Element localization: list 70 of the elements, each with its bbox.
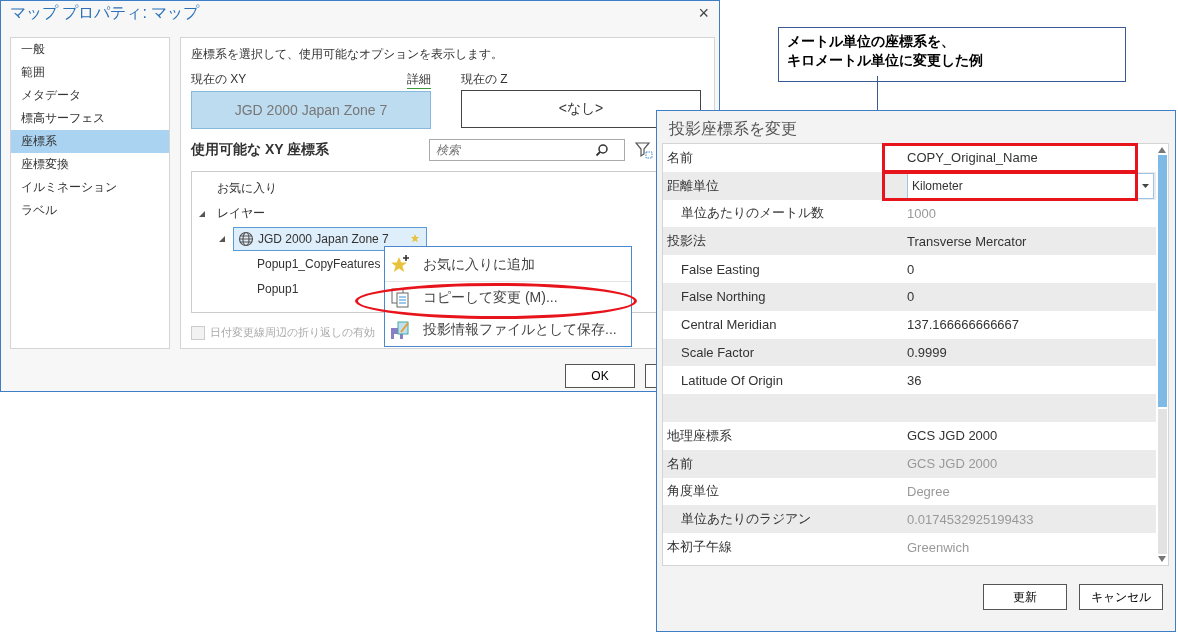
tree-item[interactable]: Popup1_CopyFeatures: [253, 251, 385, 276]
property-label: False Easting: [680, 261, 761, 277]
menu-item[interactable]: 投影情報ファイルとして保存...: [385, 314, 631, 346]
tree-item[interactable]: JGD 2000 Japan Zone 7: [233, 226, 427, 251]
property-label: False Northing: [680, 289, 767, 305]
property-label: 本初子午線: [666, 538, 733, 557]
property-value: 0: [907, 261, 915, 277]
property-value: Transverse Mercator: [907, 233, 1027, 249]
scroll-up-icon[interactable]: [1158, 147, 1166, 153]
details-link[interactable]: 詳細: [407, 71, 431, 89]
property-value: 0: [907, 289, 915, 305]
property-value: 36: [907, 372, 922, 388]
caret-icon: [1142, 183, 1149, 188]
property-value: 137.166666666667: [907, 317, 1020, 333]
search-field[interactable]: 検索: [429, 139, 625, 161]
property-value: GCS JGD 2000: [907, 428, 998, 444]
description-text: 座標系を選択して、使用可能なオプションを表示します。: [191, 46, 504, 63]
property-label: 単位あたりのラジアン: [680, 510, 812, 529]
property-value: 1000: [907, 206, 936, 221]
sidebar-item[interactable]: ラベル: [11, 199, 169, 222]
field-label: 現在の Z: [461, 71, 508, 88]
callout-text: キロメートル単位に変更した例: [787, 51, 984, 70]
property-label: 角度単位: [666, 482, 720, 501]
property-label: 名前: [666, 148, 694, 167]
field-label: 現在の XY: [191, 71, 247, 88]
tree-item[interactable]: Popup1: [253, 276, 303, 301]
sidebar-item[interactable]: 一般: [11, 38, 169, 61]
scroll-down-icon[interactable]: [1158, 556, 1166, 562]
sidebar-item[interactable]: 範囲: [11, 61, 169, 84]
property-value: Degree: [907, 483, 950, 499]
property-label: Central Meridian: [680, 317, 778, 333]
section-title: 使用可能な XY 座標系: [191, 141, 331, 159]
globe-icon: [238, 230, 254, 247]
current-xy-box: JGD 2000 Japan Zone 7: [191, 91, 431, 129]
dialog-button[interactable]: 更新: [983, 584, 1067, 610]
sidebar-item[interactable]: 標高サーフェス: [11, 107, 169, 130]
property-value: Greenwich: [907, 539, 970, 555]
filter-icon[interactable]: [635, 141, 653, 159]
sidebar-item[interactable]: 座標系: [11, 130, 169, 153]
checkbox-label: 日付変更線周辺の折り返しの有効: [210, 325, 375, 340]
checkbox[interactable]: [191, 325, 205, 340]
sidebar-item[interactable]: 座標変換: [11, 153, 169, 176]
sidebar-item[interactable]: イルミネーション: [11, 176, 169, 199]
callout-text: メートル単位の座標系を、: [787, 32, 956, 51]
property-label: 地理座標系: [666, 426, 733, 445]
property-label: Scale Factor: [680, 344, 755, 360]
menu-item[interactable]: コピーして変更 (M)...: [385, 282, 631, 314]
expand-icon[interactable]: [198, 209, 206, 218]
copy-icon: [389, 287, 411, 309]
search-icon[interactable]: [595, 143, 609, 157]
tree-item[interactable]: お気に入り: [213, 176, 281, 201]
property-value: COPY_Original_Name: [907, 150, 1038, 166]
property-label: 名前: [666, 454, 694, 473]
property-label: 距離単位: [666, 176, 720, 195]
property-label: 投影法: [666, 232, 707, 251]
property-value: 0.0174532925199433: [907, 511, 1034, 527]
star-icon[interactable]: [410, 232, 422, 245]
unit-dropdown[interactable]: Kilometer: [907, 172, 1154, 199]
property-value: 0.9999: [907, 344, 947, 360]
close-button[interactable]: ×: [694, 2, 713, 24]
sidebar-item[interactable]: メタデータ: [11, 84, 169, 107]
dialog-button[interactable]: キャンセル: [1079, 584, 1163, 610]
property-label: 単位あたりのメートル数: [680, 204, 825, 223]
window-title: マップ プロパティ: マップ: [10, 2, 200, 23]
tree-item[interactable]: レイヤー: [213, 201, 269, 226]
save-file-icon: [389, 319, 411, 341]
ok-button[interactable]: OK: [565, 364, 635, 388]
property-value: GCS JGD 2000: [907, 456, 998, 472]
property-label: Latitude Of Origin: [680, 372, 784, 388]
expand-icon[interactable]: [218, 234, 226, 243]
